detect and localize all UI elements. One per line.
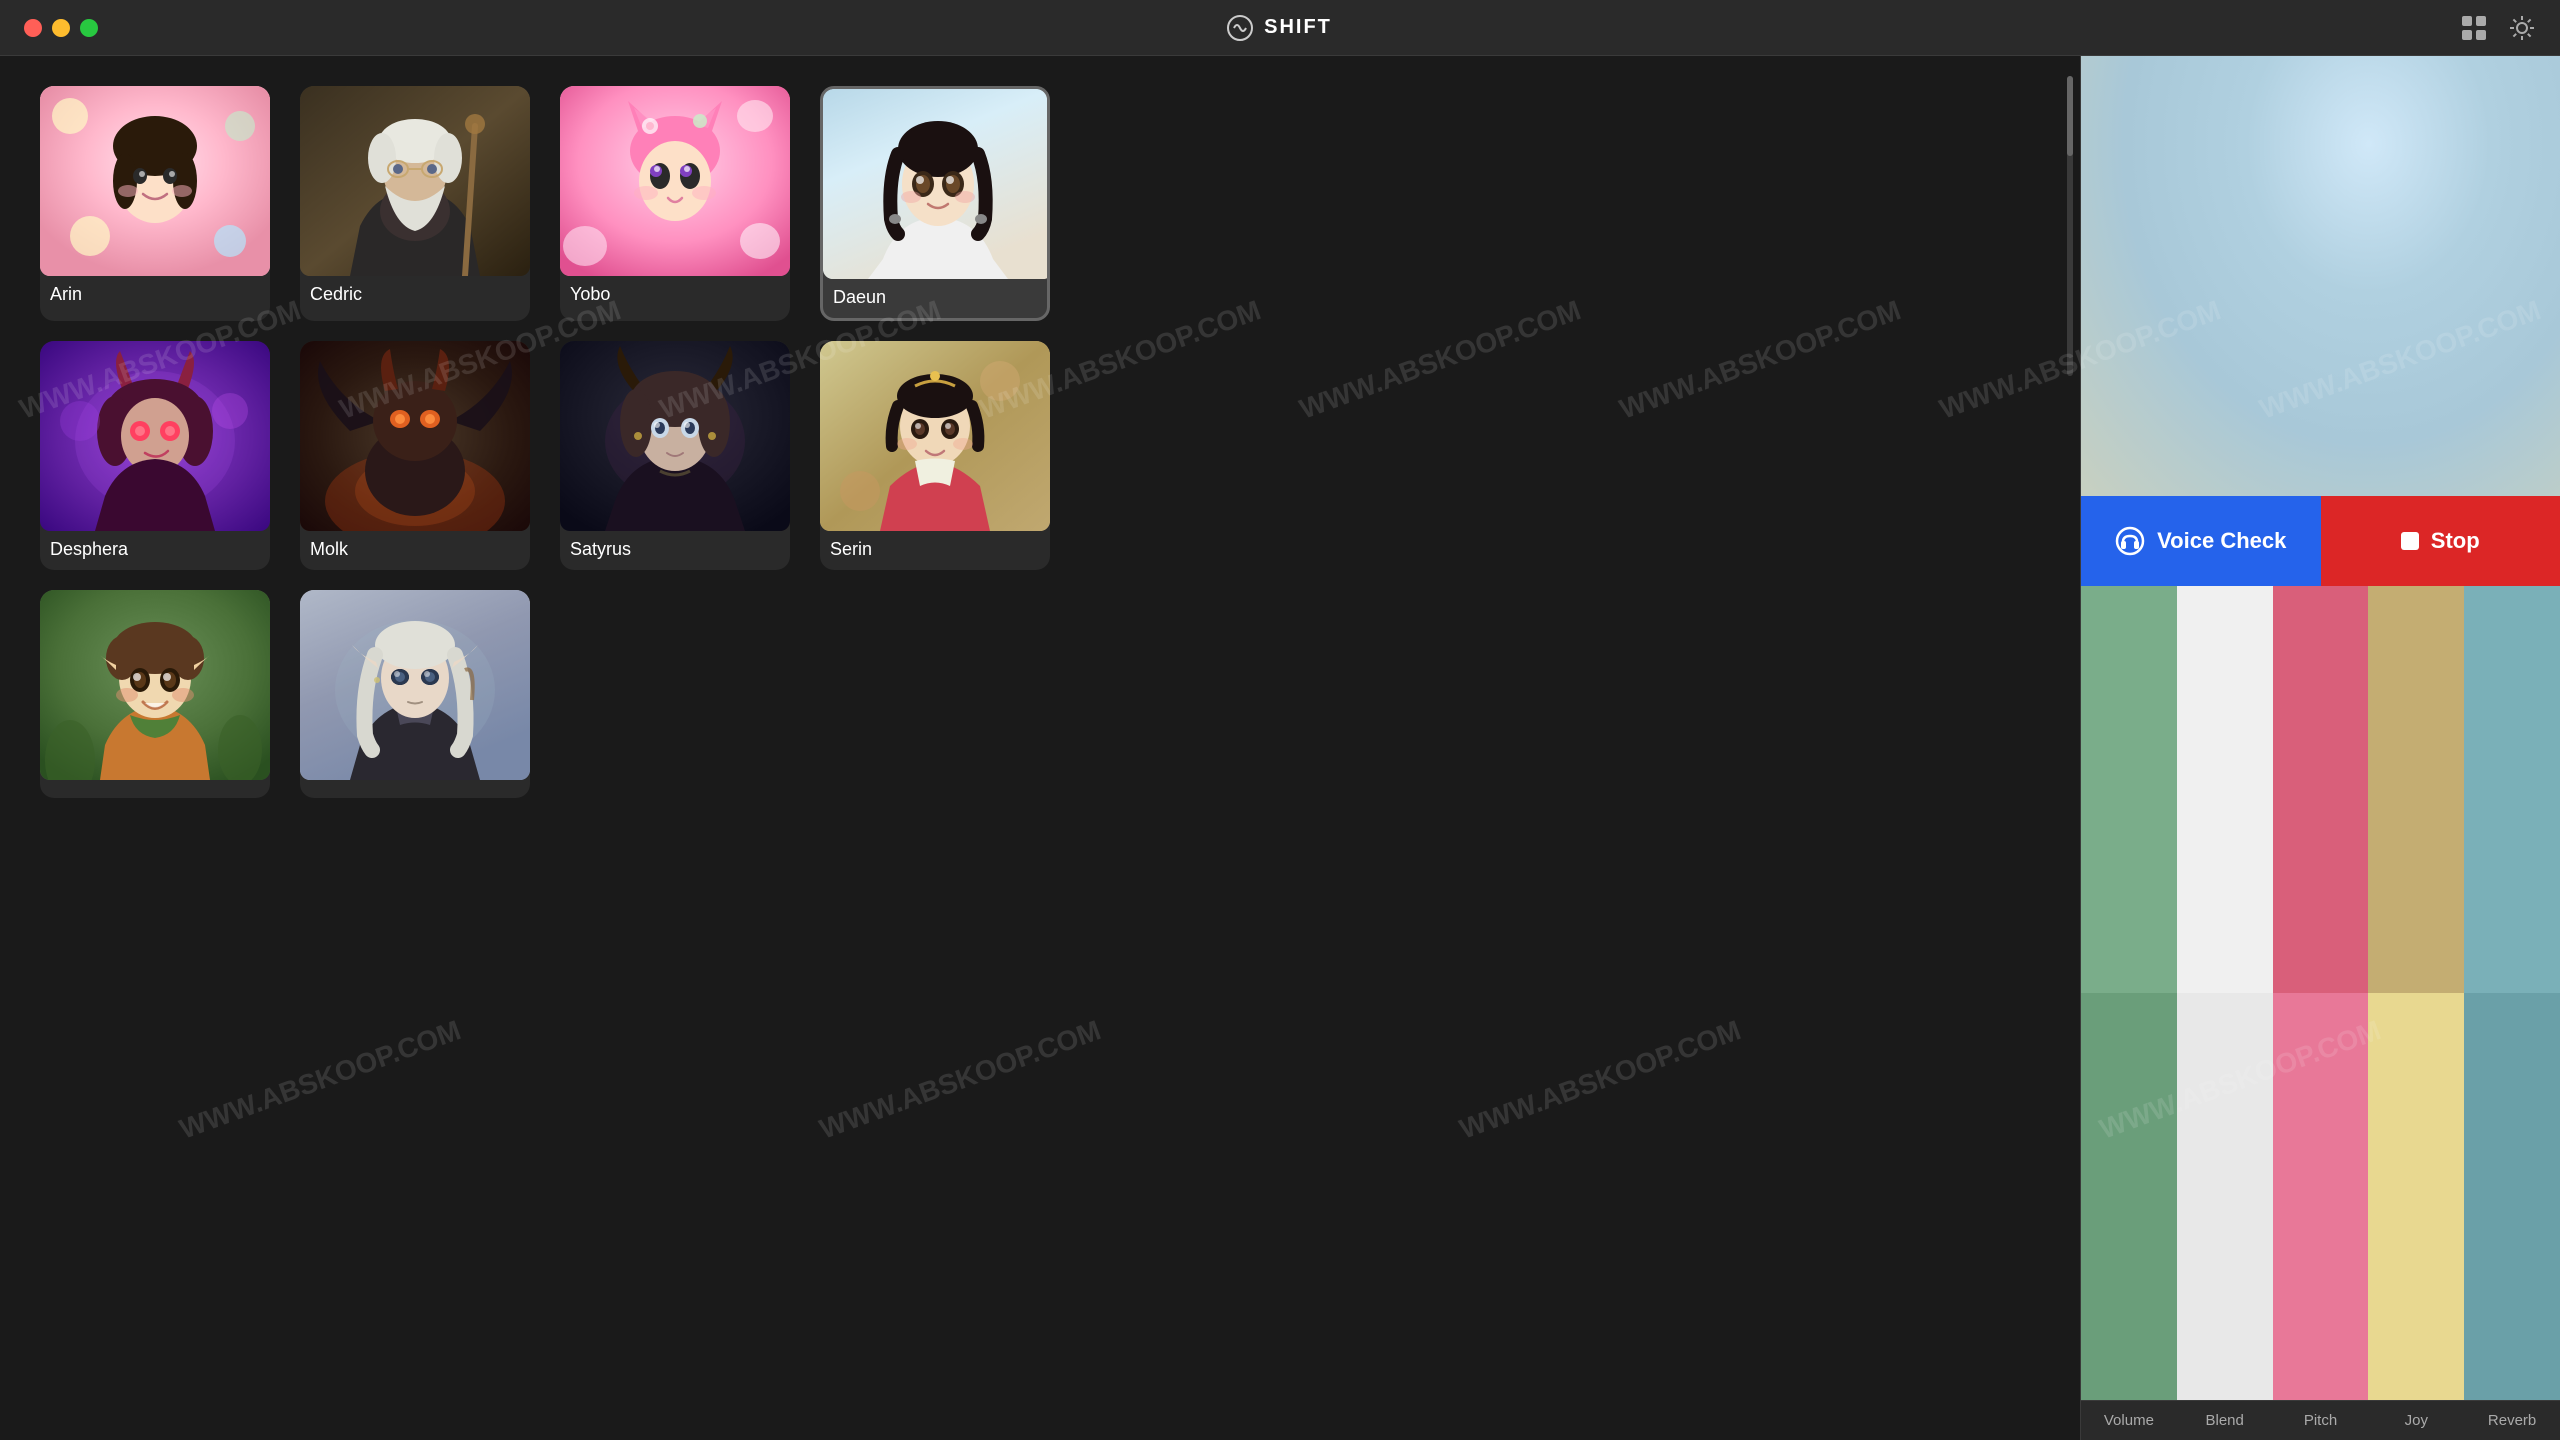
color-labels: Volume Blend Pitch Joy Reverb (2081, 1400, 2560, 1440)
traffic-lights (24, 19, 98, 37)
character-name-yobo: Yobo (560, 276, 790, 315)
character-name-desphera: Desphera (40, 531, 270, 570)
character-card-yobo[interactable]: Yobo (560, 86, 790, 321)
elf2-image (300, 590, 530, 780)
label-pitch: Pitch (2273, 1401, 2369, 1440)
daeun-image (823, 89, 1050, 279)
headphone-icon (2115, 526, 2145, 556)
character-grid: Arin (40, 86, 2020, 798)
color-grid (2081, 586, 2560, 1400)
character-card-elf2[interactable] (300, 590, 530, 798)
character-card-daeun[interactable]: Daeun (820, 86, 1050, 321)
desphera-image (40, 341, 270, 531)
character-card-elf1[interactable] (40, 590, 270, 798)
titlebar: SHIFT (0, 0, 2560, 56)
close-button[interactable] (24, 19, 42, 37)
arin-image (40, 86, 270, 276)
character-card-desphera[interactable]: Desphera (40, 341, 270, 570)
color-joy-1[interactable] (2368, 586, 2464, 993)
color-reverb-2[interactable] (2464, 993, 2560, 1400)
color-volume-2[interactable] (2081, 993, 2177, 1400)
character-card-cedric[interactable]: Cedric (300, 86, 530, 321)
scrollbar-thumb[interactable] (2067, 76, 2073, 156)
action-buttons: Voice Check Stop (2081, 496, 2560, 586)
stop-label: Stop (2431, 528, 2480, 554)
scrollbar-track-bg (2067, 76, 2073, 376)
voice-check-button[interactable]: Voice Check (2081, 496, 2321, 586)
character-card-satyrus[interactable]: Satyrus (560, 341, 790, 570)
cedric-image (300, 86, 530, 276)
character-name-arin: Arin (40, 276, 270, 315)
character-name-cedric: Cedric (300, 276, 530, 315)
character-name-satyrus: Satyrus (560, 531, 790, 570)
serin-image (820, 341, 1050, 531)
stop-icon (2401, 532, 2419, 550)
maximize-button[interactable] (80, 19, 98, 37)
app-logo-icon (1226, 14, 1254, 42)
grid-view-icon[interactable] (2460, 14, 2488, 42)
character-card-serin[interactable]: Serin (820, 341, 1050, 570)
color-joy-2[interactable] (2368, 993, 2464, 1400)
color-pitch-2[interactable] (2273, 993, 2369, 1400)
character-name-elf1 (40, 780, 270, 798)
character-name-molk: Molk (300, 531, 530, 570)
satyrus-image (560, 341, 790, 531)
color-blend-2[interactable] (2177, 993, 2273, 1400)
character-card-molk[interactable]: Molk (300, 341, 530, 570)
scrollbar-track[interactable] (2060, 56, 2080, 1440)
label-volume: Volume (2081, 1401, 2177, 1440)
character-card-arin[interactable]: Arin (40, 86, 270, 321)
label-reverb: Reverb (2464, 1401, 2560, 1440)
daeun-preview-image (2081, 56, 2560, 496)
main-layout: Arin (0, 56, 2560, 1440)
color-reverb-1[interactable] (2464, 586, 2560, 993)
molk-image (300, 341, 530, 531)
character-grid-container[interactable]: Arin (0, 56, 2060, 1440)
character-name-elf2 (300, 780, 530, 798)
color-volume-1[interactable] (2081, 586, 2177, 993)
character-name-serin: Serin (820, 531, 1050, 570)
stop-button[interactable]: Stop (2321, 496, 2560, 586)
character-preview (2081, 56, 2560, 496)
minimize-button[interactable] (52, 19, 70, 37)
app-title: SHIFT (1264, 16, 1332, 39)
character-name-daeun: Daeun (823, 279, 1047, 318)
label-joy: Joy (2368, 1401, 2464, 1440)
color-blend-1[interactable] (2177, 586, 2273, 993)
voice-check-label: Voice Check (2157, 528, 2286, 554)
elf1-image (40, 590, 270, 780)
right-panel: Voice Check Stop Volume Blend (2080, 56, 2560, 1440)
label-blend: Blend (2177, 1401, 2273, 1440)
app-title-area: SHIFT (1226, 14, 1332, 42)
color-pitch-1[interactable] (2273, 586, 2369, 993)
yobo-image (560, 86, 790, 276)
titlebar-actions (2460, 14, 2536, 42)
settings-icon[interactable] (2508, 14, 2536, 42)
